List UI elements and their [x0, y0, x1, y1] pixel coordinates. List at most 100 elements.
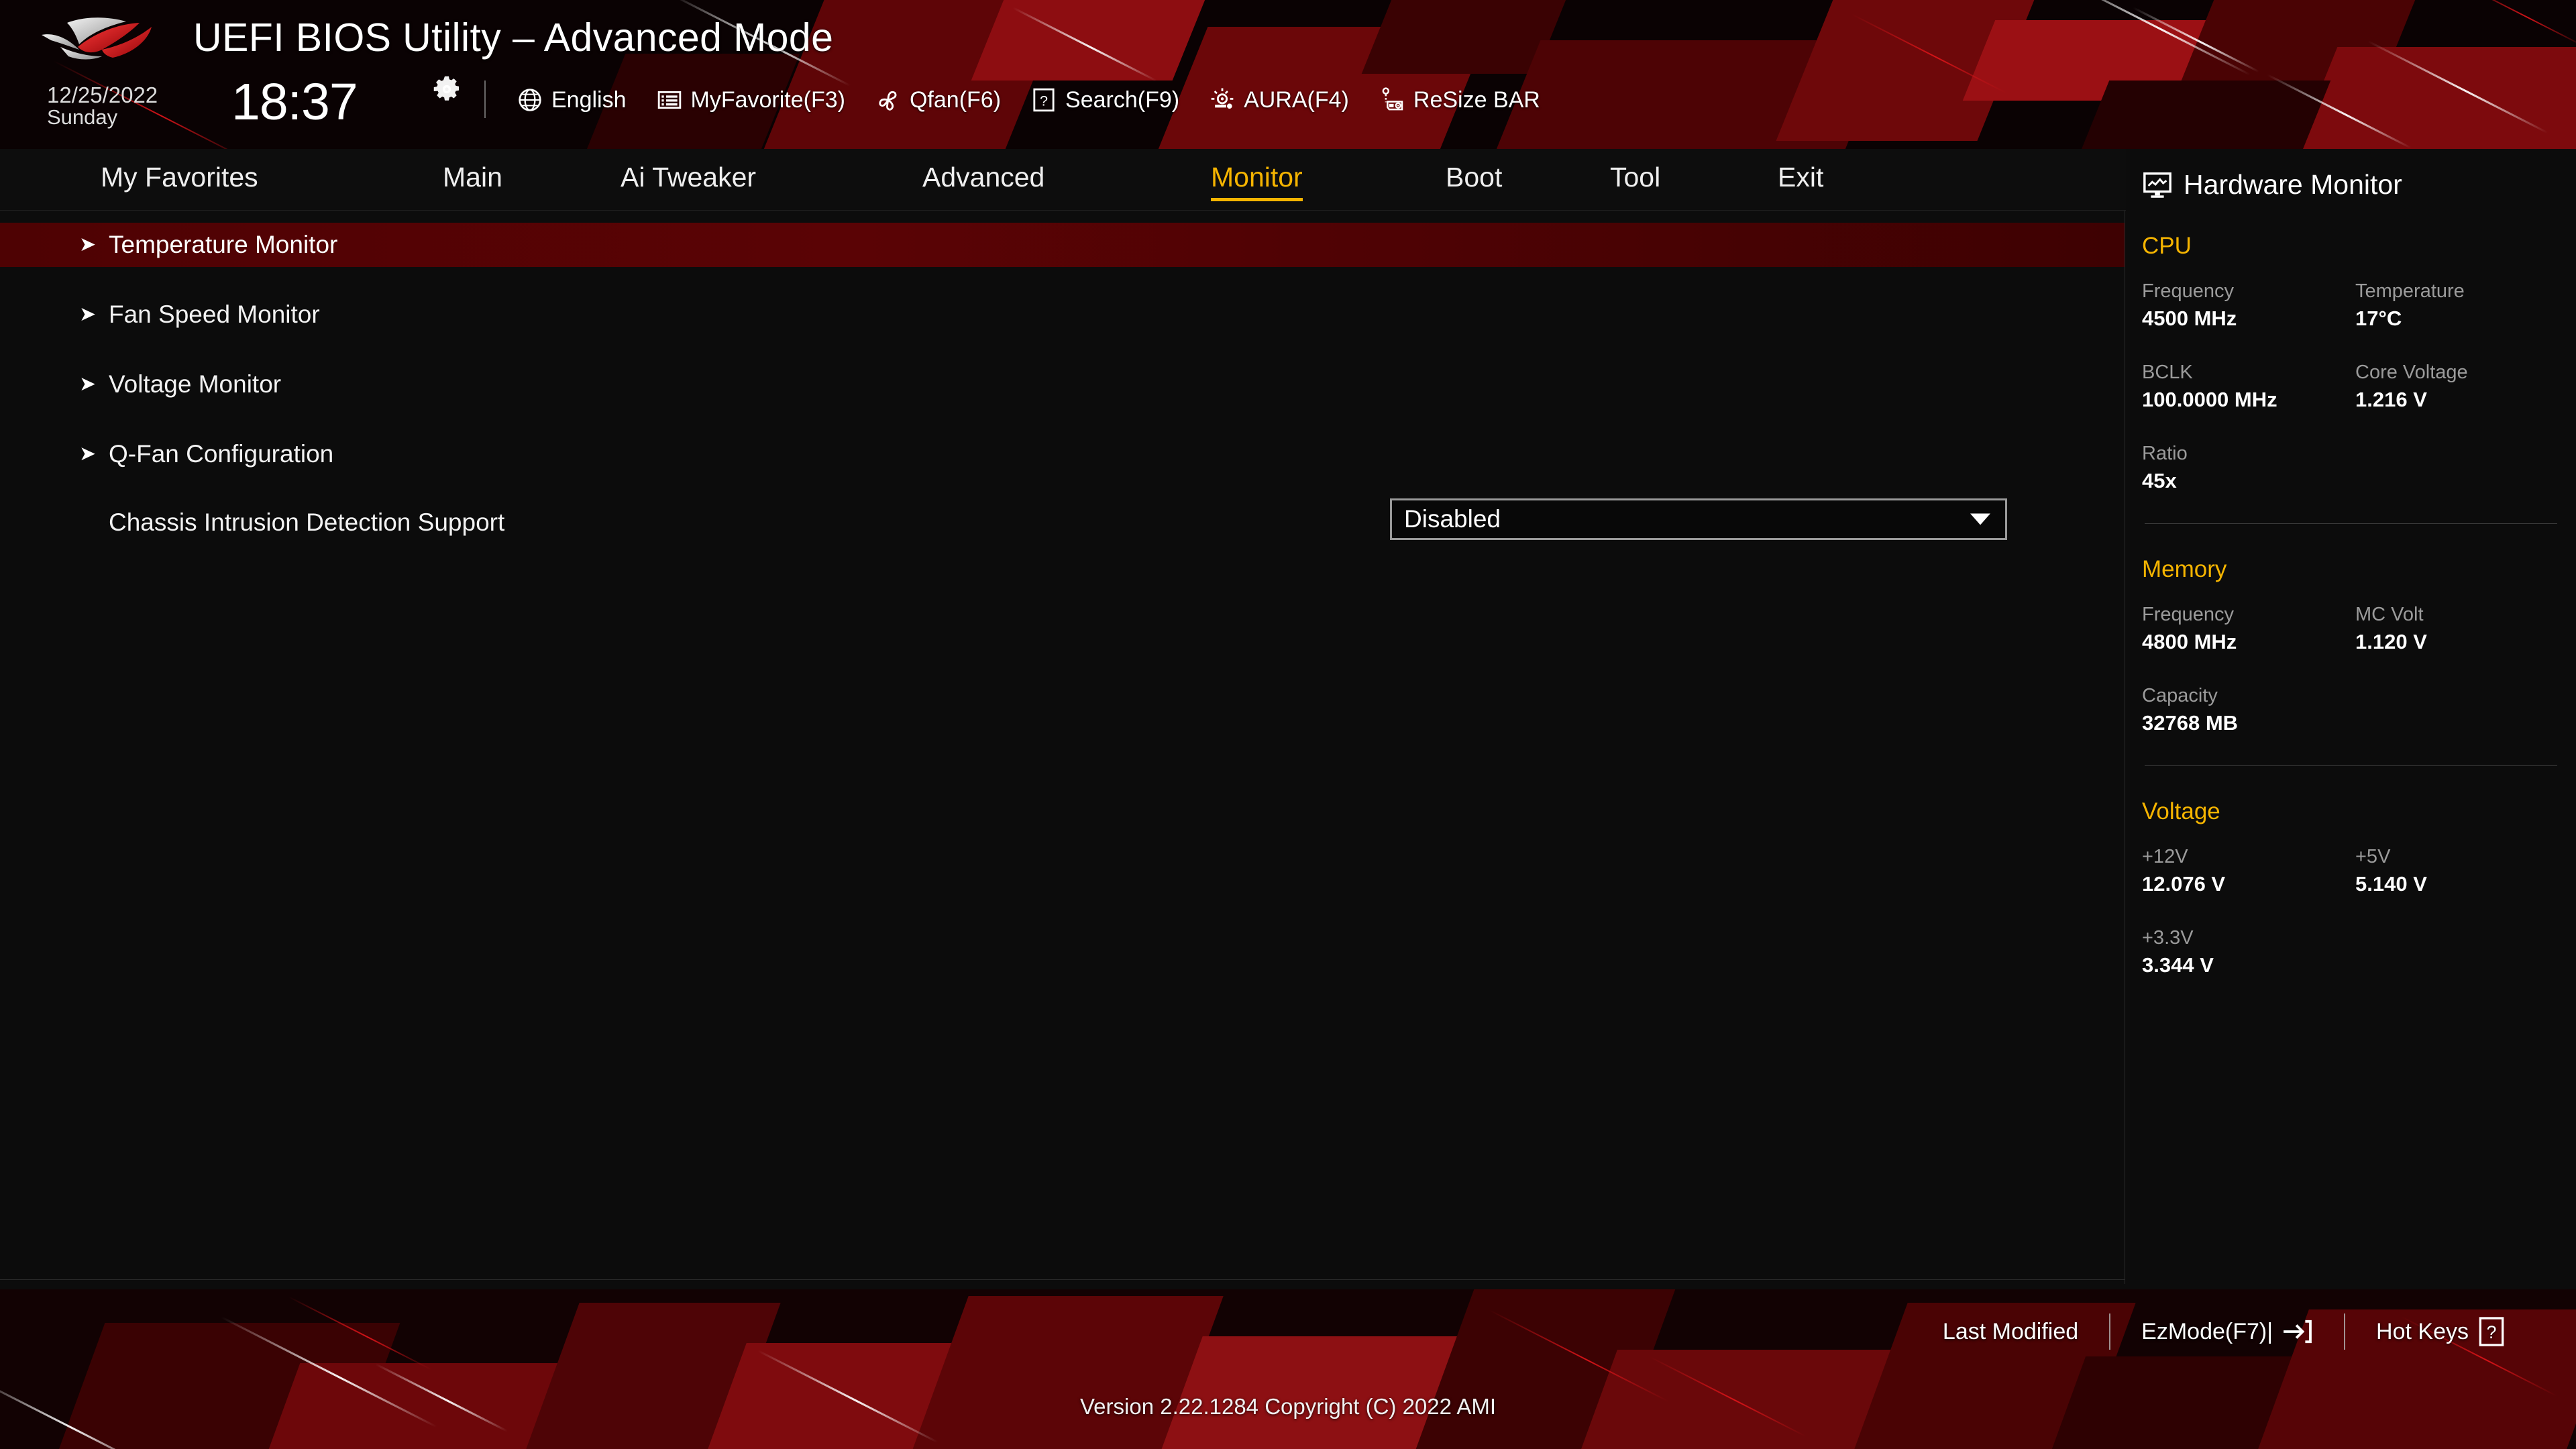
aura-label: AURA(F4) [1244, 87, 1349, 113]
globe-icon [517, 87, 543, 113]
last-modified-label: Last Modified [1943, 1319, 2078, 1345]
system-date: 12/25/2022 Sunday [47, 84, 158, 127]
date-value: 12/25/2022 [47, 84, 158, 107]
fan-icon [875, 87, 902, 113]
memory-readouts: Frequency 4800 MHz MC Volt 1.120 V Capac… [2126, 583, 2576, 737]
readout-row: BCLK 100.0000 MHz Core Voltage 1.216 V [2142, 360, 2576, 414]
menu-item-label: Voltage Monitor [109, 370, 281, 398]
hardware-monitor-title: Hardware Monitor [2184, 169, 2402, 201]
resize-bar-button[interactable]: ReSize BAR [1379, 87, 1540, 113]
question-box-icon: ? [2478, 1316, 2505, 1348]
readout-cpu-temperature: Temperature 17°C [2355, 278, 2569, 333]
page-title: UEFI BIOS Utility – Advanced Mode [193, 15, 833, 60]
language-label: English [551, 87, 627, 113]
last-modified-button[interactable]: Last Modified [1912, 1319, 2109, 1345]
readout-value: 3.344 V [2142, 951, 2355, 979]
group-title-voltage: Voltage [2126, 766, 2576, 825]
readout-row: Capacity 32768 MB [2142, 683, 2576, 737]
readout-value: 100.0000 MHz [2142, 386, 2355, 414]
menu-item-q-fan-configuration[interactable]: ➤ Q-Fan Configuration [0, 432, 2125, 476]
readout-key: Temperature [2355, 278, 2569, 305]
hotkeys-label: Hot Keys [2376, 1319, 2469, 1345]
qfan-button[interactable]: Qfan(F6) [875, 87, 1001, 113]
submenu-arrow-icon: ➤ [79, 235, 97, 255]
cpu-readouts: Frequency 4500 MHz Temperature 17°C BCLK… [2126, 260, 2576, 495]
main-panel: ➤ Temperature Monitor ➤ Fan Speed Monito… [0, 211, 2125, 1284]
readout-3-3v: +3.3V 3.344 V [2142, 925, 2355, 979]
readout-key: Frequency [2142, 278, 2355, 305]
menu-item-label: Q-Fan Configuration [109, 440, 333, 468]
chassis-intrusion-dropdown[interactable]: Disabled [1390, 498, 2007, 540]
submenu-arrow-icon: ➤ [79, 374, 97, 394]
readout-cpu-frequency: Frequency 4500 MHz [2142, 278, 2355, 333]
tab-exit[interactable]: Exit [1778, 162, 1823, 197]
footer-actions: Last Modified EzMode(F7)| Hot Keys ? [1912, 1313, 2536, 1350]
hardware-monitor-panel: Hardware Monitor CPU Frequency 4500 MHz … [2126, 149, 2576, 1289]
myfavorite-icon [656, 87, 683, 113]
readout-value: 32768 MB [2142, 709, 2355, 737]
tab-monitor[interactable]: Monitor [1211, 162, 1303, 197]
group-title-memory: Memory [2126, 524, 2576, 583]
tab-main[interactable]: Main [443, 162, 502, 197]
readout-core-voltage: Core Voltage 1.216 V [2355, 360, 2569, 414]
readout-value: 12.076 V [2142, 870, 2355, 898]
menu-item-voltage-monitor[interactable]: ➤ Voltage Monitor [0, 362, 2125, 407]
option-row-chassis-intrusion[interactable]: ➤ Chassis Intrusion Detection Support Di… [0, 500, 2125, 545]
search-button[interactable]: ? Search(F9) [1030, 87, 1179, 113]
readout-value: 17°C [2355, 305, 2569, 333]
svg-text:?: ? [2487, 1322, 2497, 1342]
menu-item-label: Temperature Monitor [109, 231, 337, 259]
myfavorite-button[interactable]: MyFavorite(F3) [656, 87, 845, 113]
hardware-monitor-icon [2142, 170, 2173, 201]
header-banner: UEFI BIOS Utility – Advanced Mode 12/25/… [0, 0, 2576, 149]
readout-value: 1.120 V [2355, 628, 2569, 656]
readout-key: +12V [2142, 844, 2355, 870]
bios-screen: UEFI BIOS Utility – Advanced Mode 12/25/… [0, 0, 2576, 1449]
gear-icon[interactable] [433, 75, 461, 103]
header-toolbar: English MyFavorite(F3) [517, 80, 1570, 119]
rog-logo [38, 12, 178, 64]
readout-capacity: Capacity 32768 MB [2142, 683, 2355, 737]
menu-item-label: Fan Speed Monitor [109, 301, 320, 329]
readout-row: +3.3V 3.344 V [2142, 925, 2576, 979]
version-text: Version 2.22.1284 Copyright (C) 2022 AMI [0, 1394, 2576, 1419]
tab-advanced[interactable]: Advanced [922, 162, 1044, 197]
readout-value: 4800 MHz [2142, 628, 2355, 656]
chevron-down-icon [1970, 514, 1990, 525]
ezmode-button[interactable]: EzMode(F7)| [2110, 1319, 2344, 1345]
tab-tool[interactable]: Tool [1610, 162, 1660, 197]
menu-item-temperature-monitor[interactable]: ➤ Temperature Monitor [0, 223, 2125, 267]
hotkeys-button[interactable]: Hot Keys ? [2345, 1316, 2536, 1348]
language-button[interactable]: English [517, 87, 627, 113]
readout-value: 5.140 V [2355, 870, 2569, 898]
resize-bar-icon [1379, 87, 1405, 113]
tab-my-favorites[interactable]: My Favorites [101, 162, 258, 197]
tab-boot[interactable]: Boot [1446, 162, 1502, 197]
readout-key: Capacity [2142, 683, 2355, 709]
search-label: Search(F9) [1065, 87, 1179, 113]
tab-ai-tweaker[interactable]: Ai Tweaker [621, 162, 756, 197]
readout-key: +5V [2355, 844, 2569, 870]
group-title-cpu: CPU [2126, 201, 2576, 260]
readout-5v: +5V 5.140 V [2355, 844, 2569, 898]
chassis-intrusion-value: Disabled [1404, 505, 1501, 533]
readout-ratio: Ratio 45x [2142, 441, 2355, 495]
hardware-monitor-header: Hardware Monitor [2126, 149, 2576, 201]
system-clock: 18:37 [231, 72, 358, 132]
readout-mc-volt: MC Volt 1.120 V [2355, 602, 2569, 656]
readout-bclk: BCLK 100.0000 MHz [2142, 360, 2355, 414]
footer-banner: Last Modified EzMode(F7)| Hot Keys ? [0, 1289, 2576, 1449]
aura-button[interactable]: AURA(F4) [1209, 87, 1349, 113]
readout-row: Ratio 45x [2142, 441, 2576, 495]
readout-key: +3.3V [2142, 925, 2355, 951]
resize-bar-label: ReSize BAR [1413, 87, 1540, 113]
myfavorite-label: MyFavorite(F3) [691, 87, 845, 113]
readout-key: BCLK [2142, 360, 2355, 386]
readout-value: 1.216 V [2355, 386, 2569, 414]
footer-divider [2344, 1313, 2345, 1350]
menu-item-fan-speed-monitor[interactable]: ➤ Fan Speed Monitor [0, 292, 2125, 337]
readout-key: Ratio [2142, 441, 2355, 467]
ezmode-arrow-icon [2282, 1319, 2313, 1344]
weekday-value: Sunday [47, 107, 158, 128]
submenu-arrow-icon: ➤ [79, 305, 97, 325]
